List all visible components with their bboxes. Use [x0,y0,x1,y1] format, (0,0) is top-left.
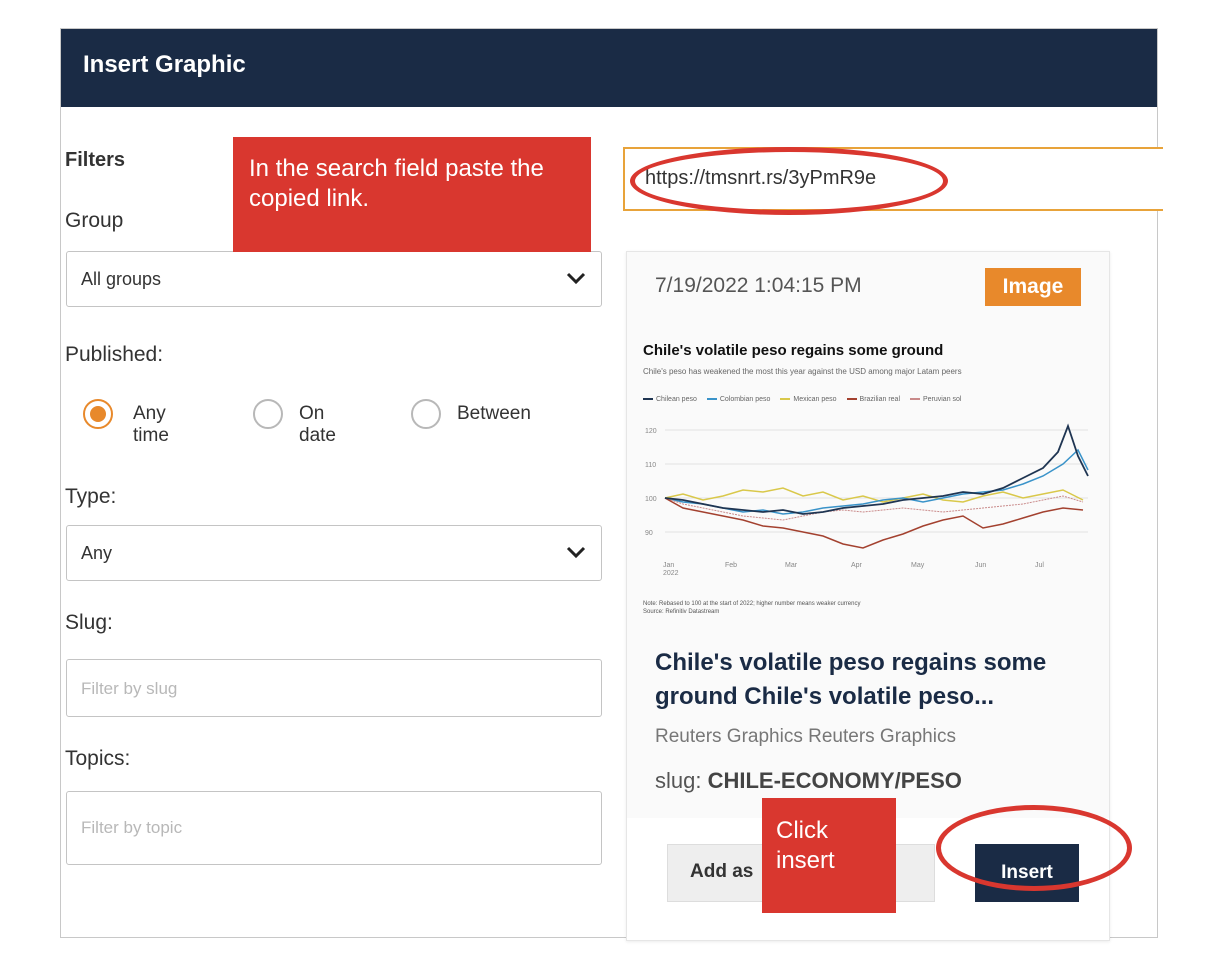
radio-any-time[interactable] [83,399,113,429]
result-slug: slug: CHILE-ECONOMY/PESO [655,768,962,794]
x-tick: Mar [785,562,798,569]
result-byline: Reuters Graphics Reuters Graphics [655,726,956,747]
callout-insert-instruction: Click insert [762,798,896,913]
x-tick: Apr [851,562,863,569]
radio-on-date-label: On date [299,403,336,446]
thumbnail-note: Note: Rebased to 100 at the start of 202… [643,600,860,616]
highlight-ring-insert [936,805,1132,891]
radio-any-time-label: Any time [133,403,169,446]
thumbnail-title: Chile's volatile peso regains some groun… [643,342,944,359]
radio-between[interactable] [411,399,441,429]
thumbnail-chart: 120 110 100 90 Jan2022 Feb Mar Apr May J… [645,423,1089,577]
legend-item: Peruvian sol [909,396,961,403]
x-tick: 2022 [663,570,679,577]
radio-between-label: Between [457,403,531,424]
x-tick: Jan [663,562,674,569]
slug-filter-placeholder: Filter by slug [81,679,178,698]
series-mexican-peso [664,487,1084,503]
thumbnail-subtitle: Chile's peso has weakened the most this … [643,367,962,376]
chart-note: Note: Rebased to 100 at the start of 202… [643,601,861,607]
slug-label: Slug: [65,611,113,634]
y-tick: 90 [645,530,653,537]
legend-item: Chilean peso [643,396,697,403]
chart-source: Source: Refinitiv Datastream [643,609,720,615]
y-tick: 120 [645,428,657,435]
chevron-down-icon [566,546,586,559]
dialog-header: Insert Graphic [61,29,1157,107]
topics-filter-placeholder: Filter by topic [81,818,183,837]
radio-on-date[interactable] [253,399,283,429]
group-select-value: All groups [81,269,162,289]
slug-value: CHILE-ECONOMY/PESO [707,768,962,793]
group-label: Group [65,209,124,232]
result-date: 7/19/2022 1:04:15 PM [655,274,862,297]
insert-graphic-dialog: Insert Graphic Filters Group All groups … [60,28,1163,941]
x-tick: May [911,562,925,569]
topics-filter-input[interactable]: Filter by topic [66,791,602,865]
image-type-badge: Image [985,268,1081,306]
type-select-value: Any [81,543,113,563]
highlight-ring-search [630,147,948,215]
callout-search-instruction: In the search field paste the copied lin… [233,137,591,252]
x-tick: Jul [1035,562,1044,569]
group-select[interactable]: All groups [66,251,602,307]
published-label: Published: [65,343,164,366]
slug-filter-input[interactable]: Filter by slug [66,659,602,717]
x-tick: Feb [725,562,737,569]
y-tick: 100 [645,496,657,503]
legend-item: Mexican peso [780,396,837,403]
filters-heading: Filters [65,149,126,171]
slug-prefix: slug: [655,768,702,793]
thumbnail-legend: Chilean peso Colombian peso Mexican peso… [643,396,969,403]
topics-label: Topics: [65,747,131,770]
legend-item: Brazilian real [846,396,900,403]
y-tick: 110 [645,462,656,469]
dialog-title: Insert Graphic [83,51,246,78]
result-headline[interactable]: Chile's volatile peso regains some groun… [655,646,1095,714]
x-tick: Jun [975,562,986,569]
type-label: Type: [65,485,117,508]
legend-item: Colombian peso [706,396,770,403]
type-select[interactable]: Any [66,525,602,581]
chevron-down-icon [566,272,586,285]
